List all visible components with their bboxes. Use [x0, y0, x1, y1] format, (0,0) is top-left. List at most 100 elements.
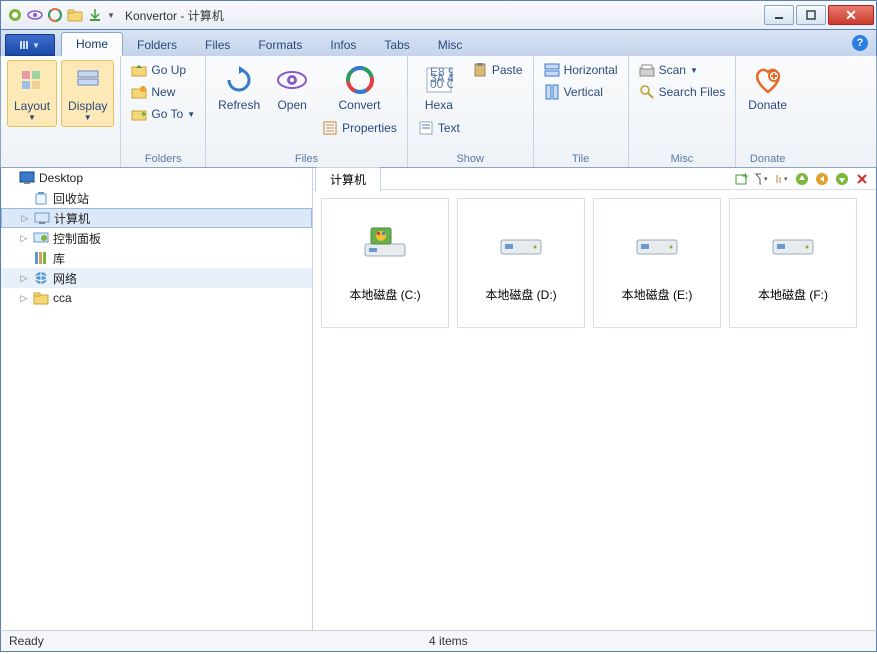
quick-access-toolbar: ▼ — [7, 7, 115, 23]
convert-icon[interactable] — [47, 7, 63, 23]
horizontal-button[interactable]: Horizontal — [540, 60, 622, 80]
sort-icon[interactable]: ▾ — [774, 171, 790, 187]
tree-item[interactable]: ▷ 控制面板 — [1, 228, 312, 248]
tab-files[interactable]: Files — [191, 34, 244, 56]
close-button[interactable]: ✕ — [828, 5, 874, 25]
file-button[interactable]: ▼ — [5, 34, 55, 56]
titlebar: ▼ Konvertor - 计算机 ✕ — [0, 0, 877, 30]
window-controls: ✕ — [764, 5, 876, 25]
nav-down-icon[interactable] — [834, 171, 850, 187]
heart-icon — [752, 64, 784, 96]
search-icon — [639, 84, 655, 100]
tree-node-label: 回收站 — [53, 190, 89, 207]
eye-icon[interactable] — [27, 7, 43, 23]
tab-home[interactable]: Home — [61, 32, 123, 56]
tree-root-desktop[interactable]: Desktop — [1, 168, 312, 188]
drive-grid: 本地磁盘 (C:) 本地磁盘 (D:) 本地磁盘 (E:) 本地磁盘 (F:) — [313, 190, 876, 630]
path-tab[interactable]: 计算机 — [315, 167, 381, 192]
drive-item[interactable]: 本地磁盘 (C:) — [321, 198, 449, 328]
properties-button[interactable]: Properties — [318, 118, 401, 138]
refresh-button[interactable]: Refresh — [212, 60, 266, 116]
go-to-button[interactable]: Go To ▼ — [127, 104, 199, 124]
drive-item[interactable]: 本地磁盘 (F:) — [729, 198, 857, 328]
tab-folders[interactable]: Folders — [123, 34, 191, 56]
tree-node-label: 库 — [53, 250, 65, 267]
drive-label: 本地磁盘 (E:) — [622, 286, 693, 303]
add-tab-icon[interactable]: + — [734, 171, 750, 187]
tabstrip: ▼ Home Folders Files Formats Infos Tabs … — [0, 30, 877, 56]
content-pane: 计算机 + ▾ ▾ 本地磁盘 (C:)本地磁盘 (D:)本地磁盘 (E:)本地磁… — [313, 168, 876, 630]
remove-tab-icon[interactable] — [854, 171, 870, 187]
folder-tree[interactable]: Desktop 回收站 ▷ 计算机 ▷ 控制面板库▷网络▷cca — [1, 168, 313, 630]
new-button[interactable]: New — [127, 82, 199, 102]
tree-node-icon — [33, 290, 49, 306]
drive-label: 本地磁盘 (C:) — [349, 286, 420, 303]
tab-infos[interactable]: Infos — [316, 34, 370, 56]
tree-item[interactable]: ▷cca — [1, 288, 312, 308]
display-icon — [72, 65, 104, 97]
nav-up-icon[interactable] — [794, 171, 810, 187]
go-up-button[interactable]: Go Up — [127, 60, 199, 80]
tab-formats[interactable]: Formats — [244, 34, 316, 56]
drive-item[interactable]: 本地磁盘 (D:) — [457, 198, 585, 328]
filter-icon[interactable]: ▾ — [754, 171, 770, 187]
convert-large-icon — [344, 64, 376, 96]
tab-tabs[interactable]: Tabs — [370, 34, 423, 56]
content-toolbar: + ▾ ▾ — [734, 171, 876, 187]
hexa-button[interactable]: E8 913A 4F00 C2 Hexa — [414, 60, 464, 116]
open-button[interactable]: Open — [270, 60, 314, 116]
status-count: 4 items — [429, 634, 468, 648]
group-misc-label: Misc — [635, 151, 730, 167]
scan-button[interactable]: Scan ▼ — [635, 60, 730, 80]
expand-icon[interactable]: ▷ — [19, 293, 29, 304]
tree-item[interactable]: ▷ 计算机 — [1, 208, 312, 228]
drive-item[interactable]: 本地磁盘 (E:) — [593, 198, 721, 328]
minimize-button[interactable] — [764, 5, 794, 25]
tree-node-label: 控制面板 — [53, 230, 101, 247]
paste-button[interactable]: Paste — [468, 60, 527, 80]
desktop-icon — [19, 170, 35, 186]
convert-button[interactable]: Convert — [318, 60, 401, 116]
status-ready: Ready — [9, 634, 429, 648]
help-icon[interactable]: ? — [852, 35, 868, 51]
tree-item[interactable]: 回收站 — [1, 188, 312, 208]
tab-misc[interactable]: Misc — [424, 34, 477, 56]
tree-item[interactable]: ▷网络 — [1, 268, 312, 288]
drive-label: 本地磁盘 (D:) — [485, 286, 556, 303]
group-donate-label: Donate — [742, 151, 793, 167]
tree-item[interactable]: 库 — [1, 248, 312, 268]
text-icon — [418, 120, 434, 136]
group-folders-label: Folders — [127, 151, 199, 167]
status-bar: Ready 4 items — [0, 630, 877, 652]
vertical-icon — [544, 84, 560, 100]
text-button[interactable]: Text — [414, 118, 464, 138]
svg-text:+: + — [742, 172, 749, 183]
maximize-button[interactable] — [796, 5, 826, 25]
search-button[interactable]: Search Files — [635, 82, 730, 102]
drive-icon — [633, 224, 681, 256]
tree-node-icon — [33, 270, 49, 286]
drive-label: 本地磁盘 (F:) — [758, 286, 828, 303]
download-icon[interactable] — [87, 7, 103, 23]
window-title: Konvertor - 计算机 — [125, 7, 224, 24]
donate-button[interactable]: Donate — [742, 60, 793, 116]
tree-node-icon — [33, 230, 49, 246]
eye-open-icon — [276, 64, 308, 96]
svg-text:00 C2: 00 C2 — [430, 77, 453, 91]
hexa-icon: E8 913A 4F00 C2 — [423, 64, 455, 96]
folder-goto-icon — [131, 106, 147, 122]
folder-icon[interactable] — [67, 7, 83, 23]
expand-icon[interactable]: ▷ — [20, 213, 30, 224]
layout-button[interactable]: Layout ▼ — [7, 60, 57, 127]
tree-node-icon — [34, 210, 50, 226]
tree-node-icon — [33, 190, 49, 206]
group-show-label: Show — [414, 151, 527, 167]
nav-prev-icon[interactable] — [814, 171, 830, 187]
display-button[interactable]: Display ▼ — [61, 60, 114, 127]
vertical-button[interactable]: Vertical — [540, 82, 622, 102]
expand-icon[interactable]: ▷ — [19, 273, 29, 284]
tree-node-label: 计算机 — [54, 210, 90, 227]
main-area: Desktop 回收站 ▷ 计算机 ▷ 控制面板库▷网络▷cca 计算机 + ▾ ▾ 本… — [0, 168, 877, 630]
qa-dropdown-icon[interactable]: ▼ — [107, 7, 115, 23]
expand-icon[interactable]: ▷ — [19, 233, 29, 244]
